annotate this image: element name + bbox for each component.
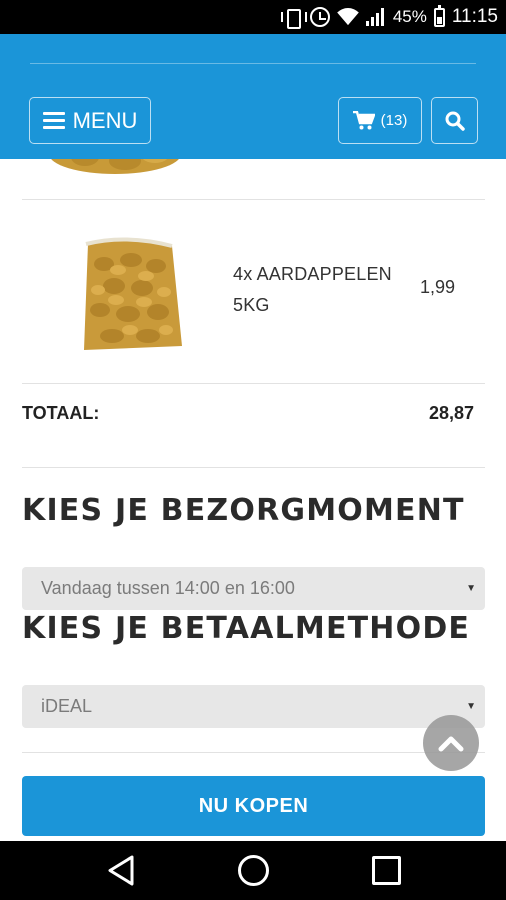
menu-button[interactable]: MENU [29, 97, 151, 144]
recent-apps-icon[interactable] [372, 856, 401, 885]
android-nav-bar [0, 841, 506, 900]
row-divider [22, 383, 485, 384]
previous-product-image [51, 159, 179, 174]
vibrate-icon [280, 8, 307, 29]
caret-down-icon: ▼ [466, 701, 476, 712]
site-header: MENU (13) [0, 34, 506, 159]
row-divider [22, 199, 485, 200]
item-price: 1,99 [420, 277, 456, 297]
clock: 11:15 [451, 6, 498, 27]
row-divider [22, 752, 485, 753]
chevron-up-icon [438, 736, 464, 752]
header-divider [30, 63, 476, 64]
potato-bag-image [84, 237, 182, 350]
payment-selected-value: iDEAL [41, 696, 93, 716]
cart-count: (13) [380, 112, 408, 129]
delivery-time-select[interactable]: Vandaag tussen 14:00 en 16:00 ▼ [22, 567, 485, 610]
cart-button[interactable]: (13) [338, 97, 422, 144]
payment-title: KIES JE BETAALMETHODE [22, 611, 471, 646]
wifi-icon [337, 8, 359, 26]
cart-icon [352, 110, 375, 129]
search-button[interactable] [431, 97, 478, 144]
payment-method-select[interactable]: iDEAL ▼ [22, 685, 485, 728]
battery-icon [433, 4, 445, 27]
delivery-selected-value: Vandaag tussen 14:00 en 16:00 [41, 578, 295, 598]
total-label: TOTAAL: [22, 403, 100, 423]
signal-icon [365, 8, 386, 26]
menu-label: MENU [72, 107, 138, 133]
buy-now-button[interactable]: NU KOPEN [22, 776, 485, 836]
hamburger-icon [42, 112, 65, 129]
row-divider [22, 467, 485, 468]
search-icon [445, 111, 465, 131]
delivery-title: KIES JE BEZORGMOMENT [22, 493, 465, 528]
alarm-icon [309, 7, 330, 27]
checkout-content: 4x AARDAPPELEN 5KG 1,99 TOTAAL: 28,87 KI… [0, 159, 506, 841]
item-name: 4x AARDAPPELEN 5KG [233, 264, 392, 315]
back-icon[interactable] [107, 855, 135, 886]
scroll-to-top-button[interactable] [423, 715, 479, 771]
home-icon[interactable] [238, 855, 269, 886]
caret-down-icon: ▼ [466, 583, 476, 594]
battery-percent: 45% [392, 7, 427, 26]
status-bar: 45% 11:15 [0, 0, 506, 34]
total-value: 28,87 [428, 403, 474, 423]
